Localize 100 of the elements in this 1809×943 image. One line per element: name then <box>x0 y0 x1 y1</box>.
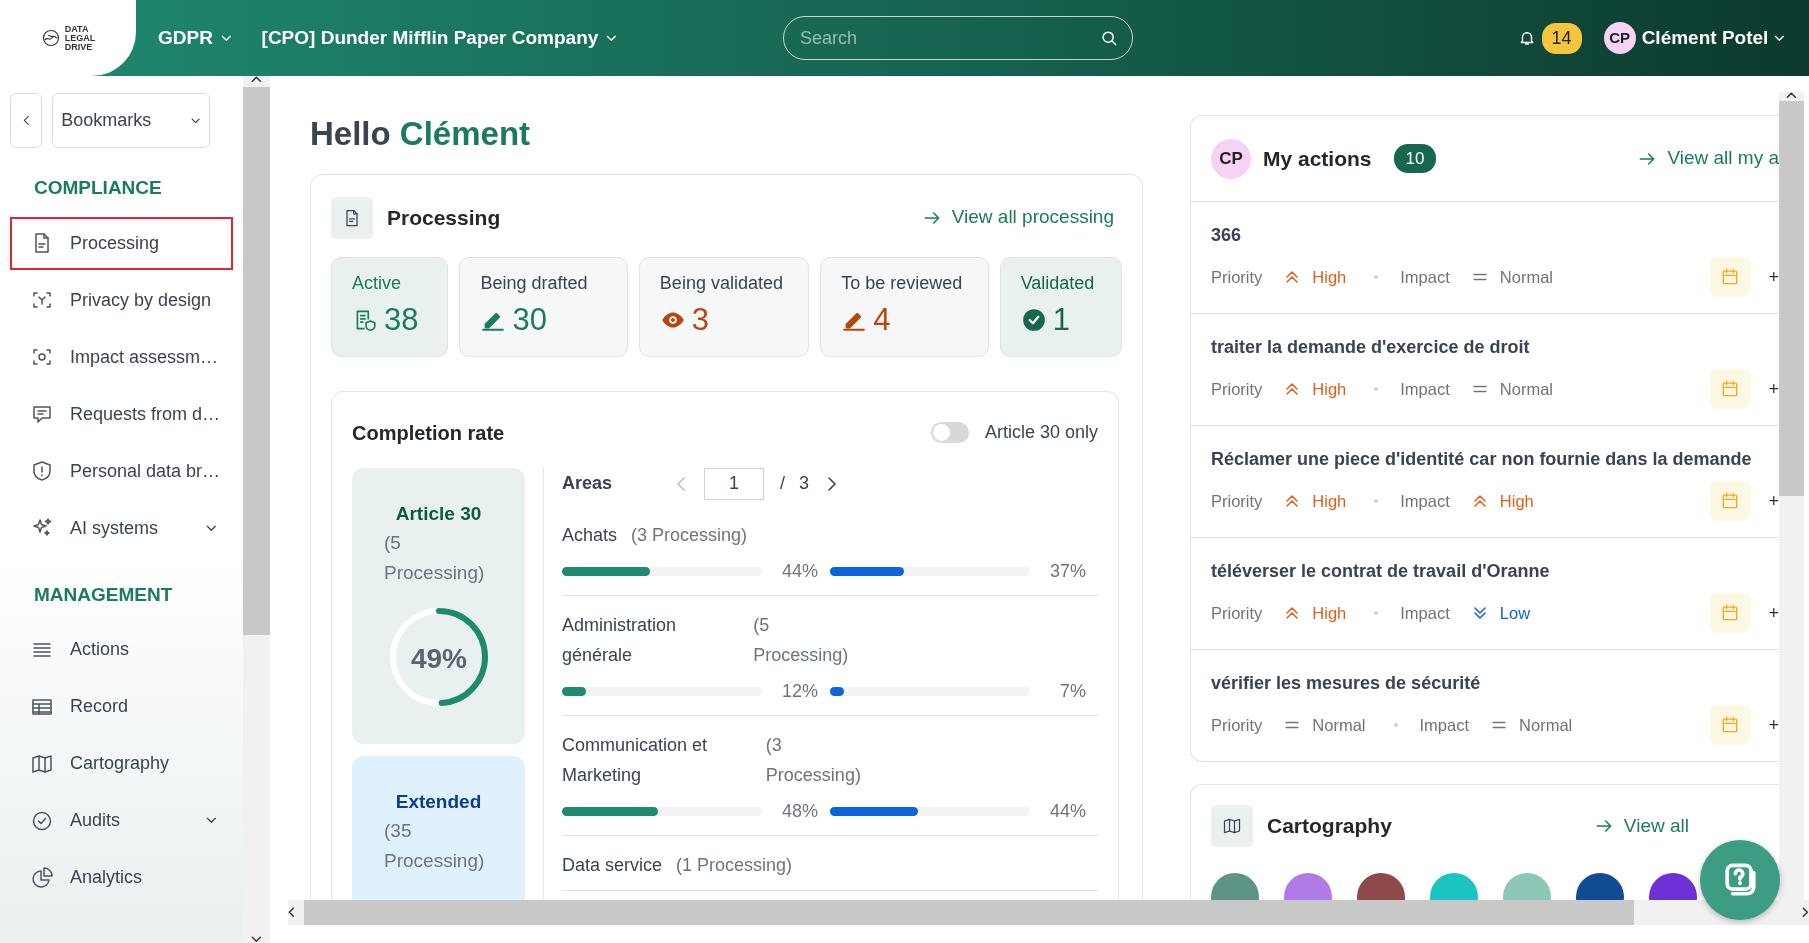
add-button[interactable]: + <box>1760 711 1779 739</box>
percentage: 12% <box>780 679 818 703</box>
calendar-button[interactable] <box>1710 705 1751 745</box>
field-label: Impact <box>1419 714 1470 736</box>
logo-icon <box>40 28 61 48</box>
level-label: High <box>1499 490 1534 512</box>
status-tile[interactable]: Being validated 3 <box>638 256 810 357</box>
separator-dot <box>1374 275 1379 279</box>
help-button[interactable] <box>1700 840 1780 920</box>
card-title: My actions <box>1263 145 1372 172</box>
view-all-link[interactable]: View all processing <box>921 203 1114 232</box>
chevron-left-icon <box>288 907 295 918</box>
field-label: Priority <box>1211 602 1263 624</box>
action-item[interactable]: vérifier les mesures de sécurité Priority Normal Impact Normal + <box>1191 650 1779 761</box>
level-label: High <box>1312 378 1347 400</box>
page-input[interactable]: 1 <box>704 467 764 500</box>
separator-dot <box>1393 723 1398 727</box>
scrollbar[interactable] <box>243 76 270 943</box>
view-all-link[interactable]: View all my a <box>1637 144 1779 173</box>
status-label: Being validated <box>659 271 784 295</box>
field-label: Impact <box>1400 490 1450 512</box>
action-item[interactable]: téléverser le contrat de travail d'Oranne Priority High Impact Low + <box>1191 538 1779 650</box>
processing-count: (3 Processing) <box>631 523 748 547</box>
action-item[interactable]: Réclamer une piece d'identité car non fournie dans la demande Priority High Impact High + <box>1191 426 1779 538</box>
sidebar-item[interactable]: Analytics <box>10 851 233 904</box>
calendar-button[interactable] <box>1710 481 1751 521</box>
level-label: Normal <box>1519 714 1573 736</box>
user-avatar: CP <box>1211 138 1251 179</box>
sidebar-item[interactable]: Record <box>10 680 233 733</box>
add-button[interactable]: + <box>1760 375 1779 403</box>
areas-label: Areas <box>562 472 614 496</box>
chevron-right-icon <box>827 475 838 492</box>
next-page-button[interactable] <box>827 475 838 492</box>
logo-text: DATA LEGAL DRIVE <box>64 24 96 52</box>
summary-count: (35 Processing) <box>384 819 486 874</box>
percentage: 44% <box>780 559 818 583</box>
percentage: 48% <box>780 799 818 823</box>
app-menu[interactable]: GDPR <box>158 23 232 53</box>
summary-count: (5 Processing) <box>384 531 486 586</box>
area-name: Administration générale <box>562 613 678 667</box>
toggle-switch[interactable] <box>930 422 969 444</box>
scrollbar[interactable] <box>1779 92 1804 900</box>
card-title: Processing <box>387 204 501 231</box>
sidebar-item[interactable]: Actions <box>10 623 233 676</box>
sidebar-item[interactable]: Cartography <box>10 737 233 790</box>
sidebar-item[interactable]: Requests from d… <box>10 387 233 441</box>
calendar-button[interactable] <box>1710 369 1751 409</box>
sidebar-item[interactable]: Audits <box>10 794 233 847</box>
view-all-link[interactable]: View all <box>1593 811 1689 841</box>
organization-menu[interactable]: [CPO] Dunder Mifflin Paper Company <box>261 23 617 53</box>
action-item[interactable]: traiter la demande d'exercice de droit Priority High Impact Normal + <box>1191 314 1779 426</box>
add-button[interactable]: + <box>1760 487 1779 515</box>
calendar-button[interactable] <box>1710 257 1751 297</box>
status-count: 30 <box>512 302 547 337</box>
back-button[interactable] <box>10 93 42 148</box>
area-name: Communication et Marketing <box>562 733 709 787</box>
action-title: 366 <box>1211 224 1243 247</box>
status-tile[interactable]: To be reviewed 4 <box>820 256 989 357</box>
user-menu[interactable]: CP Clément Potel <box>1603 22 1785 54</box>
level-label: Normal <box>1499 266 1553 288</box>
status-tile[interactable]: Being drafted 30 <box>459 256 628 357</box>
sidebar-item[interactable]: AI systems <box>10 501 233 555</box>
sidebar-item[interactable]: Personal data br… <box>10 444 233 498</box>
summary-title: Extended <box>394 789 483 814</box>
separator-dot <box>1374 499 1379 503</box>
summary-panel[interactable]: Article 30 (5 Processing) 49% <box>352 467 525 744</box>
calendar-button[interactable] <box>1710 593 1751 633</box>
scrollbar[interactable] <box>288 900 1809 925</box>
search-field[interactable]: Search <box>782 16 1133 60</box>
percentage: 49% <box>409 642 468 677</box>
separator-dot <box>1374 387 1379 391</box>
status-tile[interactable]: Active 38 <box>331 256 449 357</box>
chevron-down-icon <box>251 936 262 943</box>
level-label: High <box>1312 266 1347 288</box>
separator-dot <box>1374 611 1379 615</box>
action-item[interactable]: 366 Priority High Impact Normal + <box>1191 202 1779 314</box>
add-button[interactable]: + <box>1760 263 1779 291</box>
notification-count[interactable]: 14 <box>1541 22 1582 54</box>
level-label: Normal <box>1312 714 1366 736</box>
toggle-label: Article 30 only <box>984 421 1098 445</box>
document-icon <box>331 196 373 239</box>
card-title: Cartography <box>1267 813 1392 840</box>
percentage: 37% <box>1048 559 1086 583</box>
field-label: Priority <box>1211 266 1263 288</box>
field-label: Priority <box>1211 714 1263 736</box>
summary-panel[interactable]: Extended (35 Processing) <box>352 755 525 900</box>
chevron-right-icon <box>1802 907 1809 918</box>
sidebar-item[interactable]: Impact assessm… <box>10 330 233 384</box>
shield-icon <box>30 459 54 483</box>
chevron-up-icon <box>251 76 262 83</box>
bookmarks-dropdown[interactable]: Bookmarks <box>52 93 210 148</box>
add-button[interactable]: + <box>1760 599 1779 627</box>
sidebar-item[interactable]: Processing <box>10 216 233 270</box>
summary-title: Article 30 <box>394 501 483 526</box>
action-title: Réclamer une piece d'identité car non fournie dans la demande <box>1211 448 1753 471</box>
chevron-left-icon <box>22 115 30 126</box>
status-tile[interactable]: Validated 1 <box>999 256 1122 357</box>
sidebar-item[interactable]: Privacy by design <box>10 273 233 327</box>
chevron-down-icon <box>1774 34 1785 42</box>
field-label: Impact <box>1400 602 1450 624</box>
